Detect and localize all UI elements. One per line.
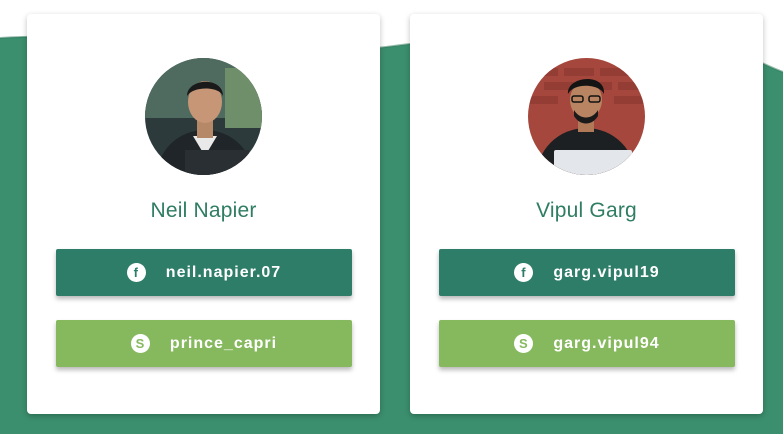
profile-card-vipul-garg: Vipul Garg f garg.vipul19 S garg.vipul94 [410,14,763,414]
facebook-handle: neil.napier.07 [165,263,282,281]
page: Neil Napier f neil.napier.07 S prince_ca… [0,0,783,434]
avatar-photo [145,58,262,175]
skype-handle: prince_capri [169,334,278,352]
skype-icon: S [514,334,534,353]
skype-button[interactable]: S garg.vipul94 [439,320,735,367]
avatar [528,58,645,175]
skype-button[interactable]: S prince_capri [56,320,352,367]
facebook-icon: f [126,263,146,282]
avatar [145,58,262,175]
facebook-icon: f [514,263,534,282]
skype-icon: S [130,334,150,353]
facebook-button[interactable]: f garg.vipul19 [439,249,735,296]
avatar-photo [528,58,645,175]
skype-handle: garg.vipul94 [553,334,660,352]
facebook-button[interactable]: f neil.napier.07 [56,249,352,296]
profile-card-neil-napier: Neil Napier f neil.napier.07 S prince_ca… [27,14,380,414]
facebook-handle: garg.vipul19 [553,263,660,281]
profile-name: Neil Napier [150,199,257,222]
profile-name: Vipul Garg [536,199,637,222]
